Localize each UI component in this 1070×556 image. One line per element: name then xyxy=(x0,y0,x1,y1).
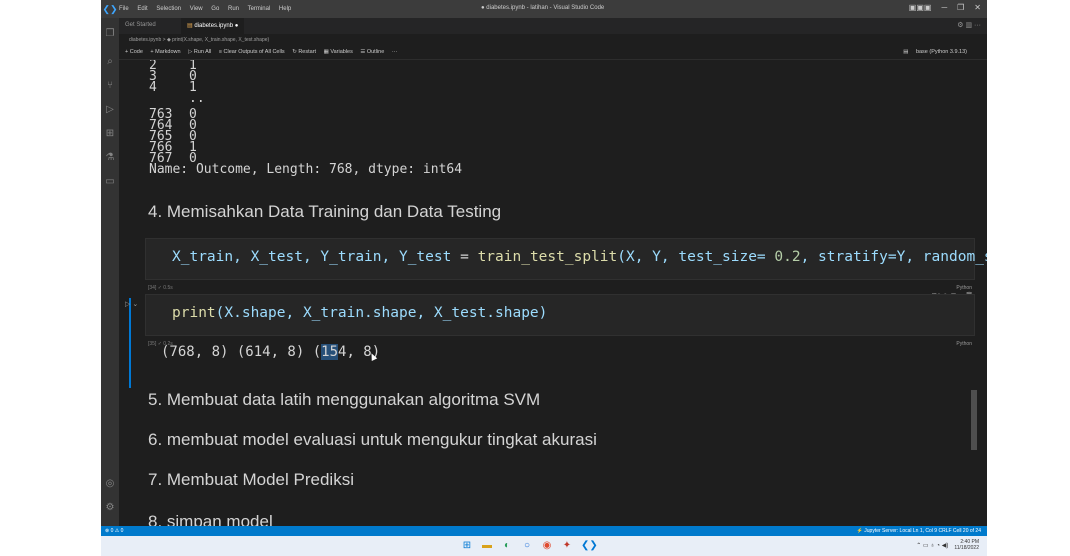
cell-language[interactable]: Python xyxy=(956,341,972,347)
windows-taskbar: ⊞ ▬ ◐ ○ ◉ ✦ ❮❯ ⌃ ▭ ♁ ◔ ◀) 2:40 PM 11/18/… xyxy=(101,536,987,556)
menu-file[interactable]: File xyxy=(119,6,129,12)
status-right[interactable]: ⚡ Jupyter Server: Local Ln 1, Col 9 CRLF… xyxy=(857,528,981,534)
cell-focus-indicator xyxy=(129,298,131,388)
title-bar: ❮❯ File Edit Selection View Go Run Termi… xyxy=(101,0,987,18)
scrollbar-thumb[interactable] xyxy=(971,390,977,450)
remote-icon[interactable]: ▭ xyxy=(104,176,116,188)
search-icon[interactable]: ⌕ xyxy=(104,56,116,68)
minimize-button[interactable]: ─ xyxy=(941,3,947,12)
account-icon[interactable]: ◎ xyxy=(104,478,116,490)
code-cell-print[interactable]: print(X.shape, X_train.shape, X_test.sha… xyxy=(145,294,975,347)
start-icon[interactable]: ⊞ xyxy=(461,540,473,552)
run-debug-icon[interactable]: ▷ xyxy=(104,104,116,116)
markdown-heading-6: 6. membuat model evaluasi untuk mengukur… xyxy=(148,430,597,449)
code-args: (X, Y, test_size= xyxy=(617,249,775,265)
markdown-heading-4: 4. Memisahkan Data Training dan Data Tes… xyxy=(148,202,502,221)
vscode-taskbar-icon[interactable]: ❮❯ xyxy=(581,540,598,552)
notebook-content: 21 30 41 .. 763 0 764 0 765 0 766 1 767 0 Nam… xyxy=(119,60,987,526)
outline-button[interactable]: ☰ Outline xyxy=(360,49,384,55)
tab-label: Get Started xyxy=(125,22,156,28)
editor-tabs: Get Started ▤ diabetes.ipynb ● ⚙ ▥ ··· xyxy=(119,18,987,34)
markdown-heading-5: 5. Membuat data latih menggunakan algori… xyxy=(148,390,541,409)
run-cell-button[interactable]: ▷ ⌄ xyxy=(125,300,138,308)
edge-icon[interactable]: ◐ xyxy=(501,540,513,552)
window-controls: ▣▣▣ ─ ❐ ✕ xyxy=(909,3,981,12)
code-fn: train_test_split xyxy=(477,249,618,265)
window-title: ● diabetes.ipynb - latihan - Visual Stud… xyxy=(481,5,605,11)
source-control-icon[interactable]: ⑂ xyxy=(104,80,116,92)
app-icon[interactable]: ✦ xyxy=(561,540,573,552)
kernel-label: base (Python 3.9.13) xyxy=(915,49,967,55)
cell-code[interactable]: print(X.shape, X_train.shape, X_test.sha… xyxy=(172,305,547,321)
code-args: (X.shape, X_train.shape, X_test.shape) xyxy=(215,305,548,321)
system-tray: ⌃ ▭ ♁ ◔ ◀) 2:40 PM 11/18/2022 xyxy=(916,539,979,551)
clock[interactable]: 2:40 PM 11/18/2022 xyxy=(954,539,979,551)
cell-output-shapes[interactable]: (768, 8) (614, 8) (154, 8) xyxy=(161,344,380,360)
menu-view[interactable]: View xyxy=(190,6,203,12)
kernel-icon: ▤ xyxy=(903,49,910,55)
explorer-icon[interactable]: ❐ xyxy=(104,28,116,40)
cell-code[interactable]: X_train, X_test, Y_train, Y_test = train… xyxy=(172,249,987,265)
cell-output-series: 21 30 41 .. 763 0 764 0 765 0 766 1 767 0 Nam… xyxy=(149,60,462,180)
clear-outputs-button[interactable]: ≡ Clear Outputs of All Cells xyxy=(219,49,285,55)
markdown-heading-7: 7. Membuat Model Prediksi xyxy=(148,470,354,489)
code-fn: print xyxy=(172,305,216,321)
tray-icons[interactable]: ⌃ ▭ ♁ ◔ ◀) xyxy=(916,542,948,549)
code-num: 0.2 xyxy=(774,249,801,265)
menu-help[interactable]: Help xyxy=(279,6,291,12)
menu-selection[interactable]: Selection xyxy=(156,6,181,12)
code-vars: X_train, X_test, Y_train, Y_test xyxy=(172,249,452,265)
close-button[interactable]: ✕ xyxy=(974,3,981,12)
code-args: , stratify=Y, random_state= xyxy=(800,249,987,265)
kernel-picker[interactable]: ▤ base (Python 3.9.13) xyxy=(903,49,973,55)
restart-button[interactable]: ↻ Restart xyxy=(292,49,316,55)
testing-icon[interactable]: ⚗ xyxy=(104,152,116,164)
add-markdown-button[interactable]: + Markdown xyxy=(150,49,180,55)
output-text: (768, 8) (614, 8) ( xyxy=(161,344,322,360)
status-bar: ⊗ 0 ⚠ 0 ⚡ Jupyter Server: Local Ln 1, Co… xyxy=(101,526,987,536)
problems-indicator[interactable]: ⊗ 0 ⚠ 0 xyxy=(105,528,123,534)
maximize-button[interactable]: ❐ xyxy=(957,3,964,12)
extensions-icon[interactable]: ⊞ xyxy=(104,128,116,140)
menu-bar: File Edit Selection View Go Run Terminal… xyxy=(119,6,298,12)
row-index: 4 xyxy=(149,80,157,95)
vscode-window: ❮❯ File Edit Selection View Go Run Termi… xyxy=(101,0,987,556)
gear-icon[interactable]: ⚙ xyxy=(104,502,116,514)
tab-get-started[interactable]: Get Started xyxy=(119,18,162,34)
more-actions-button[interactable]: ··· xyxy=(392,49,398,55)
menu-edit[interactable]: Edit xyxy=(137,6,147,12)
layout-icon[interactable]: ▣▣▣ xyxy=(909,3,932,12)
series-footer: Name: Outcome, Length: 768, dtype: int64 xyxy=(149,162,463,177)
tab-label: diabetes.ipynb ● xyxy=(194,23,239,29)
browser-icon[interactable]: ○ xyxy=(521,540,533,552)
markdown-heading-8: 8. simpan model xyxy=(148,512,273,526)
breadcrumb[interactable]: diabetes.ipynb > ◆ print(X.shape, X_trai… xyxy=(119,34,987,46)
selected-text: 15 xyxy=(321,344,339,360)
menu-terminal[interactable]: Terminal xyxy=(248,6,271,12)
menu-go[interactable]: Go xyxy=(211,6,219,12)
variables-button[interactable]: ▦ Variables xyxy=(324,49,353,55)
code-cell-split[interactable]: X_train, X_test, Y_train, Y_test = train… xyxy=(145,238,987,291)
run-all-button[interactable]: ▷ Run All xyxy=(188,49,211,55)
tab-diabetes-ipynb[interactable]: ▤ diabetes.ipynb ● xyxy=(181,18,245,34)
cell-language[interactable]: Python xyxy=(956,285,972,291)
notebook-toolbar: + Code + Markdown ▷ Run All ≡ Clear Outp… xyxy=(119,46,987,60)
clock-date: 11/18/2022 xyxy=(954,545,979,551)
chrome-icon[interactable]: ◉ xyxy=(541,540,553,552)
code-eq: = xyxy=(451,249,478,265)
split-editor-icon[interactable]: ⚙ ▥ ··· xyxy=(957,21,981,29)
file-explorer-icon[interactable]: ▬ xyxy=(481,540,493,552)
add-code-button[interactable]: + Code xyxy=(125,49,143,55)
activity-bar: ❐ ⌕ ⑂ ▷ ⊞ ⚗ ▭ ◎ ⚙ xyxy=(101,18,119,526)
vscode-logo-icon: ❮❯ xyxy=(102,3,118,14)
menu-run[interactable]: Run xyxy=(228,6,239,12)
execution-status: [34] ✓ 0.5s xyxy=(148,285,173,291)
